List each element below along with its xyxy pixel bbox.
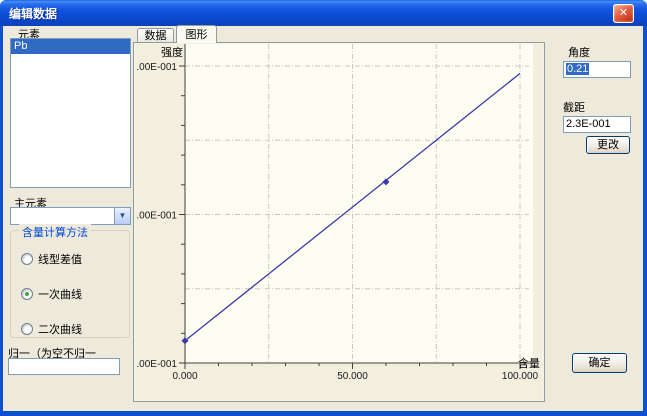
chevron-down-icon: ▼: [119, 211, 127, 220]
radio-icon: [21, 253, 33, 265]
radio-linear-diff[interactable]: 线型差值: [21, 251, 82, 267]
main-element-select[interactable]: ▼: [10, 207, 131, 225]
combo-dropdown-button[interactable]: ▼: [114, 208, 130, 224]
radio-label: 一次曲线: [38, 286, 82, 302]
selected-text: 0.21: [566, 63, 589, 75]
tab-graph[interactable]: 图形: [176, 25, 217, 43]
title-bar[interactable]: 编辑数据 ✕: [0, 0, 647, 26]
radio-icon: [21, 323, 33, 335]
x-tick-label: 0.000: [172, 371, 197, 382]
x-tick-label: 100.000: [502, 371, 539, 382]
radio-label: 线型差值: [38, 251, 82, 267]
x-tick-label: 50.000: [337, 371, 368, 382]
intercept-label: 截距: [563, 99, 585, 115]
element-listbox[interactable]: Pb: [10, 38, 131, 188]
dialog-body: 元素 Pb 主元素 ▼ 含量计算方法 线型差值 一次曲线 二次曲线: [3, 26, 643, 411]
edit-data-dialog: 编辑数据 ✕ 元素 Pb 主元素 ▼ 含量计算方法 线型差值 一次曲线: [0, 0, 647, 416]
radio-second-order-curve[interactable]: 二次曲线: [21, 321, 82, 337]
tab-data[interactable]: 数据: [137, 28, 174, 43]
y-tick-label: 4.00E-001: [136, 211, 177, 222]
y-tick-label: 6.00E-001: [136, 62, 177, 73]
radio-label: 二次曲线: [38, 321, 82, 337]
method-groupbox: 含量计算方法 线型差值 一次曲线 二次曲线: [10, 230, 130, 338]
normalize-input[interactable]: [8, 358, 120, 375]
angle-input[interactable]: 0.21: [563, 61, 631, 78]
radio-first-order-curve[interactable]: 一次曲线: [21, 286, 82, 302]
radio-selected-icon: [21, 288, 33, 300]
close-button[interactable]: ✕: [613, 4, 634, 23]
change-button[interactable]: 更改: [586, 136, 630, 154]
plot-area: [185, 44, 533, 363]
ok-button[interactable]: 确定: [572, 353, 627, 373]
x-axis-label: 含量: [518, 356, 540, 370]
list-item-pb[interactable]: Pb: [11, 39, 130, 54]
intercept-input[interactable]: 2.3E-001: [563, 116, 631, 133]
window-title: 编辑数据: [9, 5, 57, 22]
close-icon: ✕: [619, 7, 628, 19]
y-tick-label: 2.00E-001: [136, 359, 177, 370]
method-group-label: 含量计算方法: [19, 224, 91, 240]
angle-label: 角度: [568, 44, 590, 60]
y-axis-label: 强度: [161, 45, 183, 59]
chart-svg: 2.00E-001 4.00E-001 6.00E-001 0.000 50.000 10…: [136, 44, 542, 400]
calibration-chart: 2.00E-001 4.00E-001 6.00E-001 0.000 50.000 10…: [136, 44, 542, 400]
